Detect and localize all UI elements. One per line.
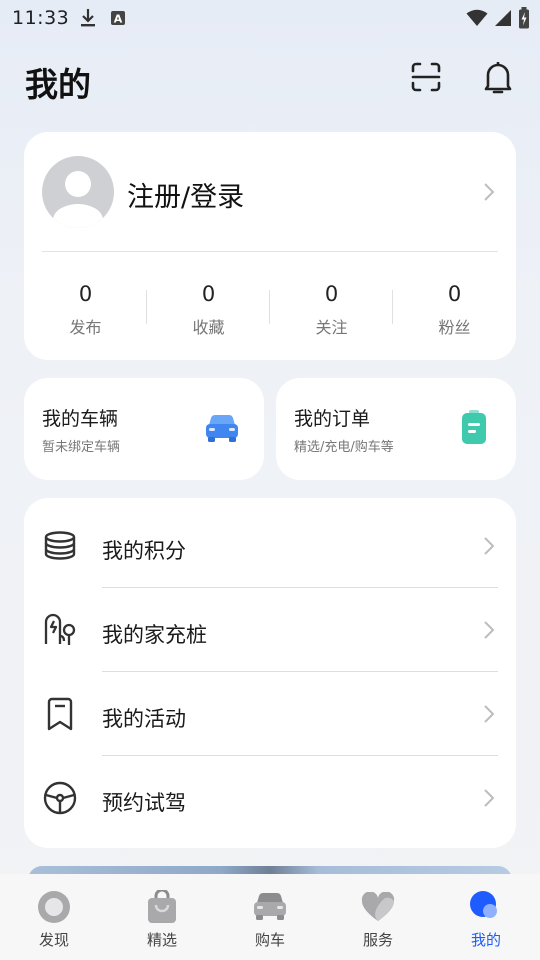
stat-value: 0: [78, 282, 93, 306]
menu-item-label: 我的家充桩: [102, 623, 207, 647]
tab-mine[interactable]: 我的: [432, 874, 540, 960]
order-icon: [462, 410, 486, 448]
stat-label: 粉丝: [438, 318, 471, 337]
chevron-right-icon: [484, 789, 495, 807]
my-vehicles-card[interactable]: 我的车辆 暂未绑定车辆: [24, 378, 264, 480]
menu-item-activities[interactable]: 我的活动: [24, 672, 516, 756]
wifi-icon: [466, 9, 488, 31]
stat-posts[interactable]: 0 发布: [24, 282, 147, 338]
bottom-tab-bar: 发现 精选 购车 服务 我的: [0, 874, 540, 960]
tab-label: 购车: [254, 931, 285, 949]
my-orders-card[interactable]: 我的订单 精选/充电/购车等: [276, 378, 516, 480]
profile-card: 注册/登录 0 发布 0 收藏 0 关注 0 粉丝: [24, 132, 516, 360]
tab-label: 服务: [362, 931, 393, 949]
tab-label: 发现: [38, 931, 69, 949]
car-front-icon: [252, 890, 288, 924]
stat-label: 发布: [69, 318, 102, 337]
profile-stats: 0 发布 0 收藏 0 关注 0 粉丝: [24, 282, 516, 338]
stat-value: 0: [447, 282, 462, 306]
stat-fans[interactable]: 0 粉丝: [393, 282, 516, 338]
menu-card: 我的积分 我的家充桩 我的活动 预约试驾: [24, 498, 516, 848]
header: 我的: [0, 56, 540, 104]
tab-label: 我的: [470, 931, 501, 949]
stat-favorites[interactable]: 0 收藏: [147, 282, 270, 338]
my-orders-subtitle: 精选/充电/购车等: [294, 440, 394, 455]
divider: [42, 251, 498, 252]
menu-item-label: 我的活动: [102, 707, 186, 731]
stat-label: 收藏: [192, 318, 225, 337]
signal-icon: [494, 9, 512, 31]
shopping-bag-icon: [144, 890, 180, 924]
stat-following[interactable]: 0 关注: [270, 282, 393, 338]
status-bar: 11:33 A: [0, 0, 540, 36]
notifications-button[interactable]: [478, 59, 518, 99]
home-charger-icon: [42, 612, 78, 648]
my-orders-title: 我的订单: [294, 408, 371, 430]
chevron-right-icon: [484, 621, 495, 639]
menu-item-label: 预约试驾: [102, 791, 186, 815]
a-badge-icon: A: [110, 10, 126, 30]
stat-value: 0: [201, 282, 216, 306]
menu-item-home-charger[interactable]: 我的家充桩: [24, 588, 516, 672]
chevron-right-icon: [484, 705, 495, 723]
profile-dot-icon: [468, 890, 504, 924]
discover-icon: [36, 890, 72, 924]
login-register-link[interactable]: 注册/登录: [127, 175, 244, 214]
tab-featured[interactable]: 精选: [108, 874, 216, 960]
menu-item-points[interactable]: 我的积分: [24, 504, 516, 588]
tab-services[interactable]: 服务: [324, 874, 432, 960]
scan-button[interactable]: [406, 59, 446, 99]
stat-label: 关注: [315, 318, 348, 337]
menu-item-label: 我的积分: [102, 539, 186, 563]
tab-label: 精选: [146, 931, 177, 949]
tab-discover[interactable]: 发现: [0, 874, 108, 960]
tab-buy-car[interactable]: 购车: [216, 874, 324, 960]
default-avatar-icon: [53, 171, 103, 228]
battery-icon: [518, 7, 530, 33]
my-vehicles-subtitle: 暂未绑定车辆: [42, 440, 121, 455]
scan-icon: [410, 61, 442, 97]
car-icon: [204, 414, 240, 448]
bell-icon: [482, 60, 514, 98]
download-icon: [80, 8, 96, 32]
bookmark-icon: [42, 696, 78, 732]
steering-wheel-icon: [42, 780, 78, 816]
stat-value: 0: [324, 282, 339, 306]
page-title: 我的: [25, 65, 91, 104]
avatar[interactable]: [42, 156, 114, 228]
menu-item-test-drive[interactable]: 预约试驾: [24, 756, 516, 840]
status-time: 11:33: [12, 7, 70, 29]
coins-stack-icon: [42, 528, 78, 564]
chevron-right-icon: [484, 537, 495, 555]
chevron-right-icon[interactable]: [482, 181, 496, 203]
svg-text:A: A: [114, 13, 123, 26]
my-vehicles-title: 我的车辆: [42, 408, 119, 430]
heart-icon: [360, 890, 396, 924]
